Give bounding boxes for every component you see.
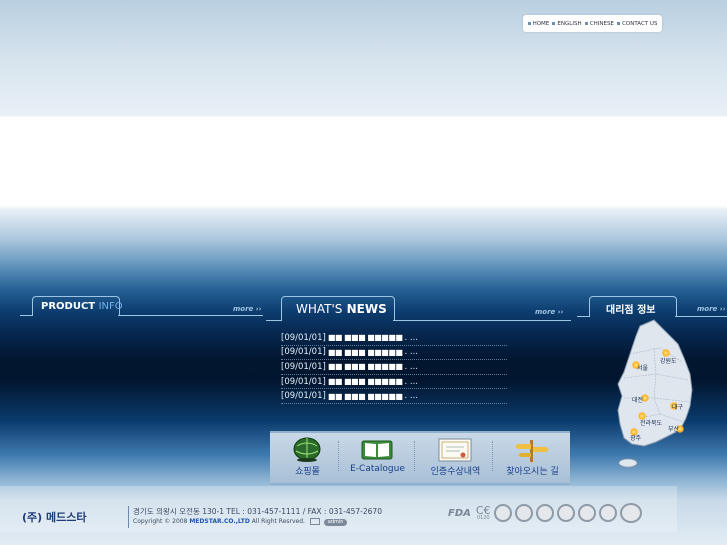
news-item[interactable]: [09/01/01] ■■ ■■■ ■■■■■. ... (281, 360, 507, 375)
e-catalogue-button[interactable]: E-Catalogue (340, 433, 415, 483)
nav-english-link[interactable]: ENGLISH (552, 20, 582, 27)
cert-badge-icon (619, 503, 642, 523)
cert-badge-icon (577, 504, 596, 522)
news-ellipsis: . ... (404, 332, 418, 343)
news-more-link[interactable]: more ›› (535, 308, 564, 316)
city-label[interactable]: 강원도 (660, 356, 677, 365)
bullet-icon (584, 22, 588, 25)
bullet-icon (617, 22, 621, 25)
cert-badge-icon (493, 504, 512, 522)
certificate-icon (438, 438, 472, 462)
news-header-line (266, 320, 281, 321)
news-title[interactable]: WHAT'S NEWS (296, 302, 387, 316)
news-list: [09/01/01] ■■ ■■■ ■■■■■. ... [09/01/01] ■■… (281, 331, 507, 404)
city-label[interactable]: 부산 (668, 424, 679, 433)
news-ellipsis: . ... (404, 347, 418, 358)
nav-contact-label: CONTACT US (622, 20, 658, 27)
certification-logos: FDA C€ 0120 (448, 503, 642, 523)
news-title-text: ■■ ■■■ ■■■■■ (327, 391, 403, 401)
footer-copyright: Copyright © 2008 MEDSTAR.CO.,LTD All Rig… (133, 518, 348, 526)
bullet-icon (552, 22, 556, 25)
certifications-button[interactable]: 인증수상내역 (418, 433, 493, 483)
cert-badge-icon (514, 504, 533, 522)
quick-menu-label: 찾아오시는 길 (506, 467, 559, 477)
news-date: [09/01/01] (281, 347, 326, 358)
globe-icon (293, 437, 321, 462)
city-label[interactable]: 전라북도 (640, 418, 662, 427)
news-item[interactable]: [09/01/01] ■■ ■■■ ■■■■■. ... (281, 375, 507, 390)
company-logo: (주) 메드스타 (22, 511, 87, 524)
copyright-rights: All Right Resrved. (251, 518, 305, 525)
nav-english-label: ENGLISH (557, 20, 582, 27)
news-item[interactable]: [09/01/01] ■■ ■■■ ■■■■■. ... (281, 331, 507, 346)
admin-button[interactable]: admin (323, 519, 348, 526)
city-label[interactable]: 대구 (672, 402, 683, 411)
shopping-mall-button[interactable]: 쇼핑몰 (270, 433, 345, 483)
copyright-text: Copyright © 2008 (133, 518, 188, 525)
news-date: [09/01/01] (281, 391, 326, 402)
quick-menu-label: 인증수상내역 (430, 467, 481, 477)
news-date: [09/01/01] (281, 332, 326, 343)
news-ellipsis: . ... (404, 361, 418, 372)
copyright-brand: MEDSTAR.CO.,LTD (189, 518, 250, 525)
news-date: [09/01/01] (281, 361, 326, 372)
directions-button[interactable]: 찾아오시는 길 (495, 433, 570, 483)
news-date: [09/01/01] (281, 376, 326, 387)
bullet-icon (527, 22, 531, 25)
dealer-title[interactable]: 대리점 정보 (606, 301, 655, 316)
news-title-light: WHAT'S (296, 302, 343, 316)
cert-badge-icon (535, 504, 554, 522)
city-label[interactable]: 대전 (632, 395, 643, 404)
quick-menu-divider (414, 441, 416, 471)
nav-contact-link[interactable]: CONTACT US (617, 21, 657, 27)
dealer-header-line (577, 316, 589, 317)
product-header-line (20, 315, 32, 316)
fda-logo: FDA (448, 507, 471, 519)
nav-home-link[interactable]: HOME (527, 20, 550, 27)
news-item[interactable]: [09/01/01] ■■ ■■■ ■■■■■. ... (281, 389, 507, 404)
book-icon (361, 440, 393, 460)
top-nav: HOME ENGLISH CHINESE CONTACT US (523, 15, 662, 32)
news-title-bold: NEWS (346, 302, 387, 316)
city-label[interactable]: 광주 (630, 433, 641, 442)
korea-map-shape (617, 319, 693, 468)
quick-menu-label: 쇼핑몰 (295, 467, 320, 477)
product-header-line (118, 315, 263, 316)
ce-mark-logo: C€ 0120 (476, 505, 491, 521)
cert-badge-icon (556, 504, 575, 522)
product-title-light: INFO (98, 301, 123, 312)
news-title-text: ■■ ■■■ ■■■■■ (327, 333, 403, 343)
news-ellipsis: . ... (404, 376, 418, 387)
mail-icon[interactable] (309, 518, 320, 525)
nav-home-label: HOME (532, 20, 550, 27)
product-more-link[interactable]: more ›› (233, 305, 262, 313)
product-title-bold: PRODUCT (41, 301, 96, 312)
quick-menu-divider (492, 441, 494, 471)
quick-menu-label: E-Catalogue (350, 464, 405, 474)
ce-number: 0120 (476, 515, 490, 521)
news-title-text: ■■ ■■■ ■■■■■ (327, 362, 403, 372)
dealer-header-line (675, 316, 727, 317)
product-info-title[interactable]: PRODUCT INFO (41, 301, 123, 312)
dealer-more-link[interactable]: more ›› (697, 305, 726, 313)
signpost-icon (515, 440, 549, 462)
news-ellipsis: . ... (404, 391, 418, 402)
nav-chinese-label: CHINESE (589, 20, 614, 27)
news-title-text: ■■ ■■■ ■■■■■ (327, 377, 403, 387)
footer-divider (128, 506, 129, 528)
city-label[interactable]: 서울 (637, 363, 648, 372)
korea-map[interactable]: 서울 강원도 대전 대구 전라북도 부산 광주 (610, 318, 700, 473)
quick-menu: 쇼핑몰 E-Catalogue 인증수상내역 찾아오시는 길 (270, 431, 570, 485)
footer-address: 경기도 의왕시 오전동 130-1 TEL : 031-457-1111 / F… (133, 507, 382, 516)
nav-chinese-link[interactable]: CHINESE (584, 20, 614, 27)
cert-badge-icon (598, 504, 617, 522)
news-item[interactable]: [09/01/01] ■■ ■■■ ■■■■■. ... (281, 346, 507, 361)
news-header-line (393, 320, 571, 321)
news-title-text: ■■ ■■■ ■■■■■ (327, 347, 403, 357)
